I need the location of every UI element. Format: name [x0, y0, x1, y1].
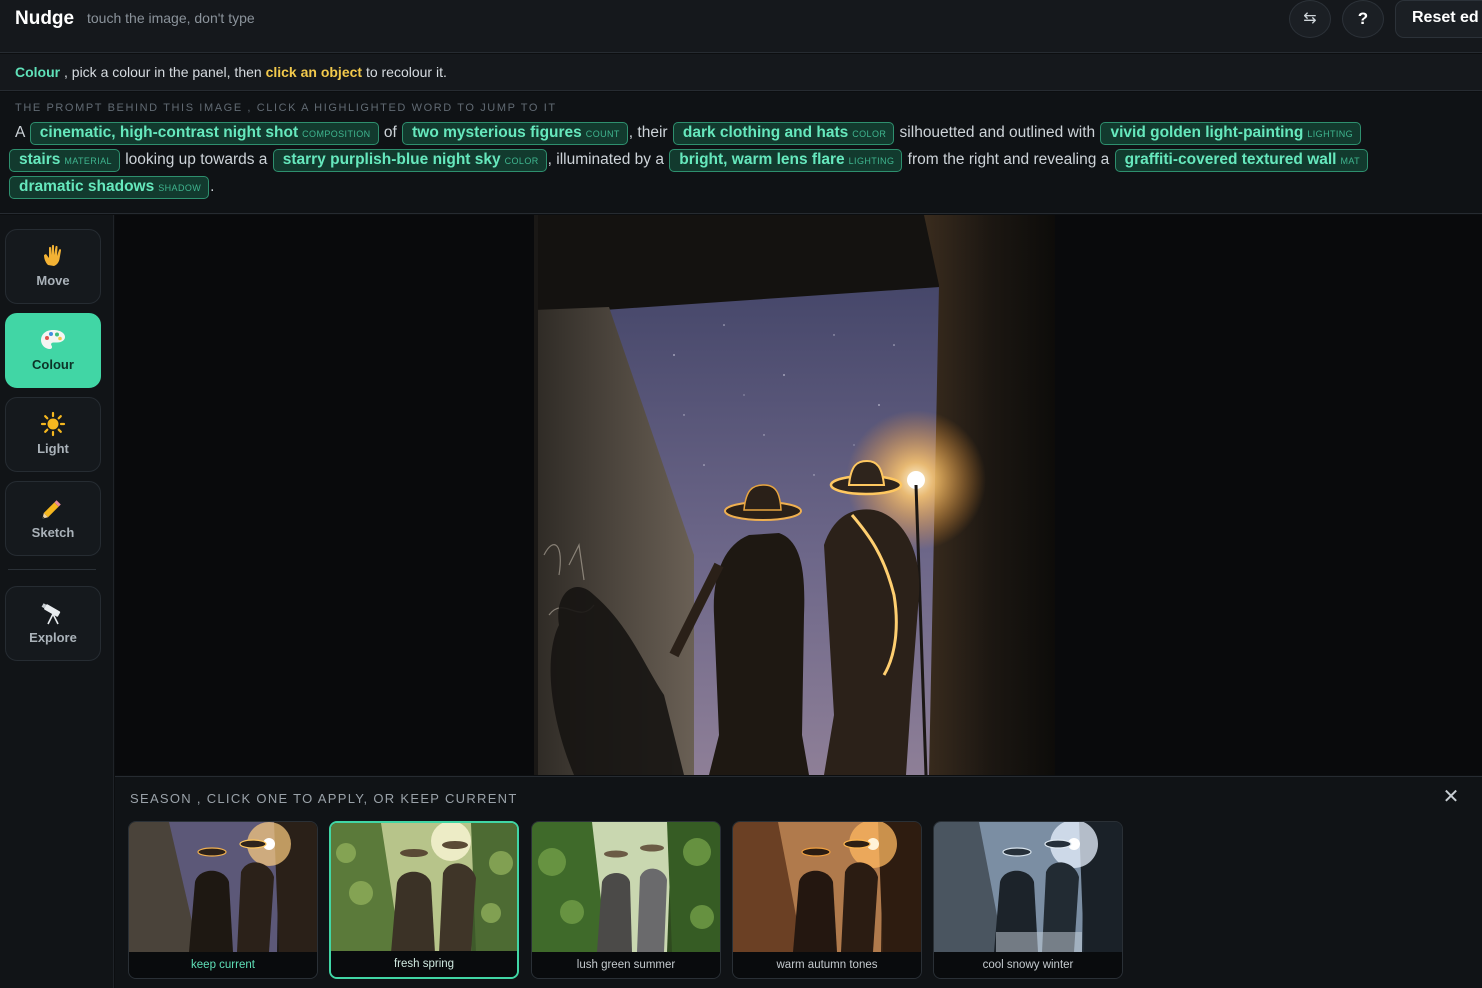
prompt-word: , illuminated by a: [547, 151, 669, 168]
season-option-lush-green-summer[interactable]: lush green summer: [531, 821, 721, 979]
season-panel-title: Season , click one to apply, or keep cur…: [130, 791, 518, 806]
season-option-label: warm autumn tones: [733, 952, 921, 978]
tool-sidebar: Move Colour Light Sketch Explore: [0, 215, 114, 988]
instruction-text-end: to recolour it.: [362, 64, 447, 80]
app-name: Nudge: [15, 8, 75, 29]
prompt-chip[interactable]: graffiti-covered textured wall mat: [1114, 149, 1369, 172]
chip-text: stairs: [19, 151, 61, 168]
tool-label: Sketch: [31, 525, 75, 540]
season-option-fresh-spring[interactable]: fresh spring: [329, 821, 519, 979]
chip-tag: lighting: [848, 156, 895, 166]
app-tagline: touch the image, don't type: [87, 10, 255, 26]
tool-light[interactable]: Light: [5, 397, 101, 472]
season-thumbnail: [331, 823, 517, 953]
prompt-word: , their: [628, 124, 672, 141]
chip-text: graffiti-covered textured wall: [1124, 151, 1337, 168]
season-option-keep-current[interactable]: keep current: [128, 821, 318, 979]
tool-label: Light: [37, 441, 69, 456]
chip-tag: lighting: [1307, 129, 1354, 139]
chip-text: cinematic, high-contrast night shot: [39, 124, 299, 141]
prompt-chip[interactable]: bright, warm lens flare lighting: [669, 149, 903, 172]
chip-tag: color: [852, 129, 887, 139]
instruction-highlight: click an object: [265, 64, 363, 80]
chip-tag: count: [585, 129, 620, 139]
prompt-chip[interactable]: dramatic shadows shadow: [9, 176, 210, 199]
chip-text: dramatic shadows: [19, 178, 155, 195]
season-option-warm-autumn-tones[interactable]: warm autumn tones: [732, 821, 922, 979]
season-thumbnail: [733, 822, 921, 952]
season-thumbnail: [532, 822, 720, 952]
sun-icon: [6, 411, 100, 437]
prompt-word: .: [210, 178, 215, 195]
instruction-mode: Colour: [15, 64, 61, 80]
tool-move[interactable]: Move: [5, 229, 101, 304]
season-option-label: lush green summer: [532, 952, 720, 978]
season-option-cool-snowy-winter[interactable]: cool snowy winter: [933, 821, 1123, 979]
instruction-bar: Colour , pick a colour in the panel, the…: [0, 54, 1482, 91]
hand-icon: [6, 243, 100, 269]
tool-sketch[interactable]: Sketch: [5, 481, 101, 556]
main-image[interactable]: [534, 215, 1055, 775]
tool-divider: [8, 569, 96, 570]
tool-explore[interactable]: Explore: [5, 586, 101, 661]
prompt-chip[interactable]: dark clothing and hats color: [672, 122, 895, 145]
season-option-label: fresh spring: [331, 951, 517, 977]
swap-icon: ⇆: [1303, 10, 1317, 27]
top-bar: Nudge touch the image, don't type ⇆ ? Re…: [0, 0, 1482, 53]
chip-text: dark clothing and hats: [682, 124, 849, 141]
chip-text: bright, warm lens flare: [679, 151, 845, 168]
prompt-word: from the right and revealing a: [903, 151, 1114, 168]
chip-tag: material: [64, 156, 112, 166]
compare-button[interactable]: ⇆: [1289, 0, 1331, 38]
tool-label: Explore: [29, 630, 77, 645]
image-canvas[interactable]: [115, 215, 1482, 775]
season-option-label: cool snowy winter: [934, 952, 1122, 978]
prompt-word: A: [15, 124, 29, 141]
season-thumbnail: [129, 822, 317, 952]
reset-button[interactable]: Reset ed: [1395, 0, 1482, 38]
prompt-chip[interactable]: vivid golden light-painting lighting: [1100, 122, 1362, 145]
palette-icon: [6, 327, 100, 353]
season-thumbnail: [934, 822, 1122, 952]
prompt-word: looking up towards a: [120, 151, 272, 168]
prompt-chip[interactable]: cinematic, high-contrast night shot compo…: [29, 122, 379, 145]
chip-tag: shadow: [158, 183, 202, 193]
prompt-word: silhouetted and outlined with: [895, 124, 1100, 141]
tool-label: Move: [36, 273, 70, 288]
chip-text: starry purplish-blue night sky: [282, 151, 501, 168]
chip-text: vivid golden light-painting: [1110, 124, 1304, 141]
instruction-text: , pick a colour in the panel, then: [60, 64, 266, 80]
pencil-icon: [6, 495, 100, 521]
chip-text: two mysterious figures: [412, 124, 582, 141]
season-option-label: keep current: [129, 952, 317, 978]
prompt-chip[interactable]: stairs material: [9, 149, 120, 172]
season-panel: Season , click one to apply, or keep cur…: [115, 776, 1482, 988]
prompt-hint: The prompt behind this image , click a h…: [15, 102, 557, 114]
prompt-panel: The prompt behind this image , click a h…: [0, 92, 1482, 214]
prompt-chip[interactable]: two mysterious figures count: [402, 122, 628, 145]
help-button[interactable]: ?: [1342, 0, 1384, 38]
prompt-word: of: [379, 124, 402, 141]
telescope-icon: [6, 600, 100, 626]
prompt-text: A cinematic, high-contrast night shot com…: [9, 119, 1482, 200]
tool-label: Colour: [32, 357, 74, 372]
tool-colour[interactable]: Colour: [5, 313, 101, 388]
close-icon[interactable]: ✕: [1441, 787, 1461, 807]
prompt-chip[interactable]: starry purplish-blue night sky color: [272, 149, 547, 172]
chip-tag: composition: [302, 129, 371, 139]
chip-tag: color: [504, 156, 539, 166]
chip-tag: mat: [1340, 156, 1361, 166]
